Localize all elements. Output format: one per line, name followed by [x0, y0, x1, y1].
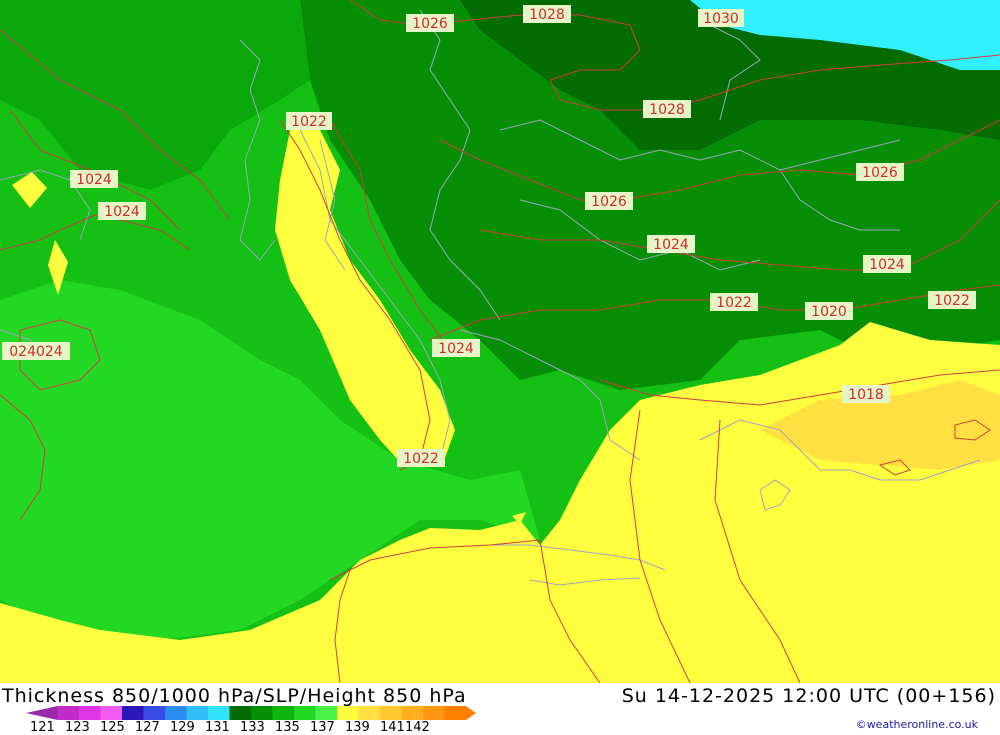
svg-text:1028: 1028	[529, 7, 565, 23]
isobar-label-1022: 1022	[286, 112, 332, 130]
isobar-label-1024: 1024	[647, 235, 695, 253]
legend-swatch	[294, 706, 316, 720]
legend-swatch	[401, 706, 424, 720]
legend-swatch	[57, 706, 80, 720]
svg-text:1024: 1024	[104, 204, 140, 220]
color-scale-legend	[26, 706, 476, 720]
legend-swatch	[100, 706, 123, 720]
svg-text:1022: 1022	[934, 293, 970, 309]
weather-map-view: 1030 1028 1026 1028 1022 1026 1024 1026 …	[0, 0, 1000, 735]
legend-swatch	[380, 706, 402, 720]
legend-swatch	[79, 706, 101, 720]
map-footer: Thickness 850/1000 hPa/SLP/Height 850 hP…	[0, 683, 1000, 735]
isobar-label-1022: 1022	[397, 449, 445, 467]
svg-text:1020: 1020	[811, 304, 847, 320]
legend-swatch	[272, 706, 295, 720]
svg-text:1024: 1024	[653, 237, 689, 253]
copyright-link[interactable]: ©weatheronline.co.uk	[856, 718, 978, 731]
legend-swatch	[337, 706, 359, 720]
isobar-label-1024: 1024	[70, 170, 118, 188]
svg-text:1028: 1028	[649, 102, 685, 118]
isobar-label-1020: 1020	[805, 302, 853, 320]
isobar-label-1024: 1024	[432, 339, 480, 357]
isobar-label-1024: 1024	[98, 202, 146, 220]
isobar-label-024024: 024024	[2, 342, 70, 360]
legend-swatch	[143, 706, 166, 720]
thickness-map: 1030 1028 1026 1028 1022 1026 1024 1026 …	[0, 0, 1000, 683]
isobar-label-1030: 1030	[698, 9, 744, 27]
svg-text:1024: 1024	[869, 257, 905, 273]
isobar-label-1026: 1026	[856, 163, 904, 181]
isobar-label-1018: 1018	[842, 385, 890, 403]
isobar-label-1028: 1028	[523, 5, 571, 23]
map-title: Thickness 850/1000 hPa/SLP/Height 850 hP…	[2, 685, 467, 707]
svg-text:1022: 1022	[403, 451, 439, 467]
legend-swatch	[165, 706, 187, 720]
legend-swatch	[444, 706, 476, 720]
isobar-label-1022: 1022	[710, 293, 758, 311]
forecast-datetime: Su 14-12-2025 12:00 UTC (00+156)	[621, 685, 996, 707]
svg-text:1024: 1024	[438, 341, 474, 357]
legend-swatch	[186, 706, 209, 720]
legend-swatch	[315, 706, 338, 720]
legend-swatch	[122, 706, 144, 720]
legend-swatch	[358, 706, 381, 720]
svg-text:024024: 024024	[9, 344, 63, 360]
svg-text:1026: 1026	[591, 194, 627, 210]
svg-text:1024: 1024	[76, 172, 112, 188]
isobar-label-1026: 1026	[406, 14, 454, 32]
isobar-label-1024: 1024	[863, 255, 911, 273]
legend-swatch	[26, 706, 58, 720]
isobar-label-1028: 1028	[643, 100, 691, 118]
svg-text:1022: 1022	[716, 295, 752, 311]
svg-text:1018: 1018	[848, 387, 884, 403]
legend-swatch	[208, 706, 230, 720]
isobar-label-1022: 1022	[928, 291, 976, 309]
svg-text:1026: 1026	[412, 16, 448, 32]
svg-text:1026: 1026	[862, 165, 898, 181]
svg-text:1022: 1022	[291, 114, 327, 130]
svg-text:1030: 1030	[703, 11, 739, 27]
legend-swatch	[251, 706, 273, 720]
isobar-label-1026: 1026	[585, 192, 633, 210]
legend-swatch	[229, 706, 252, 720]
legend-swatch	[423, 706, 445, 720]
